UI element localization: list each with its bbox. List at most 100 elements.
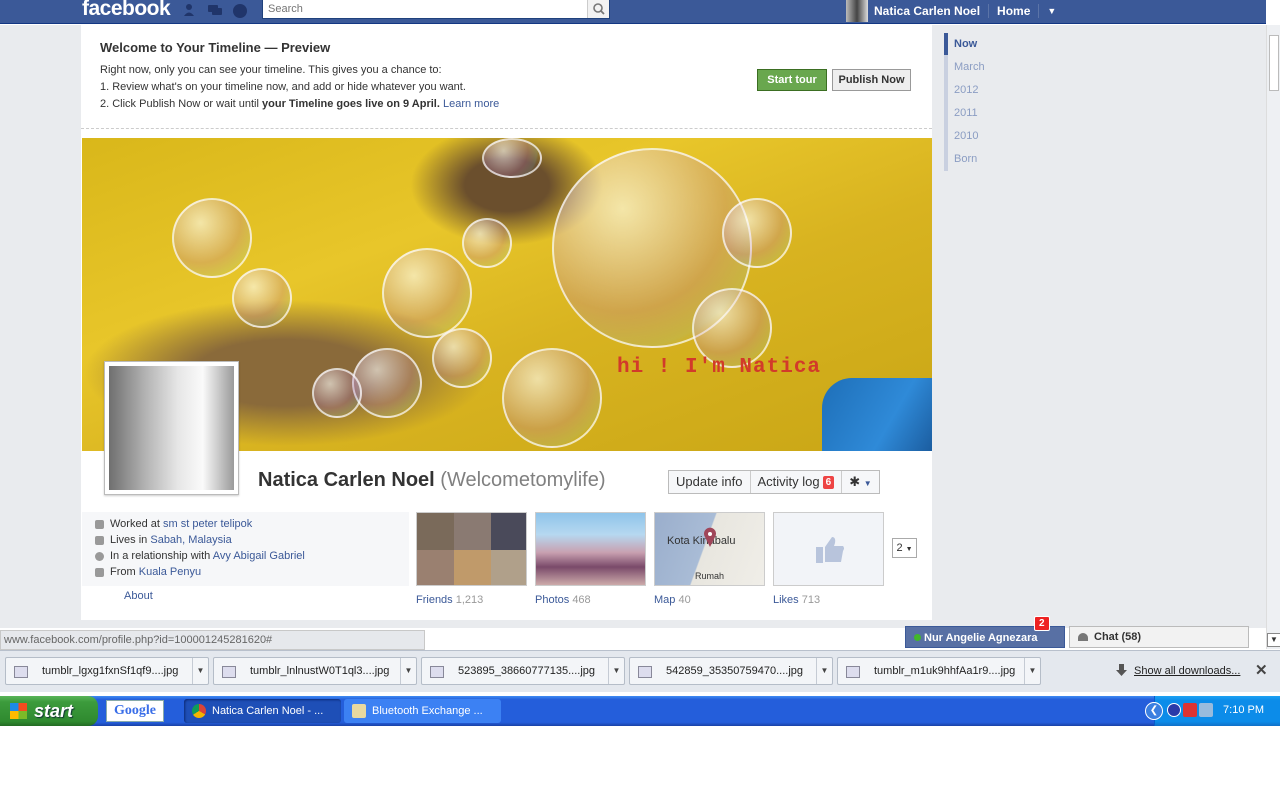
photos-label[interactable]: Photos 468 <box>535 594 591 606</box>
photos-thumbnail[interactable] <box>535 512 646 586</box>
bluetooth-icon[interactable] <box>1167 703 1181 717</box>
likes-label[interactable]: Likes 713 <box>773 594 820 606</box>
timeline-nav-march[interactable]: March <box>948 56 1024 79</box>
security-icon[interactable] <box>1183 703 1197 717</box>
google-quicklaunch[interactable]: Google <box>106 700 164 722</box>
thumbs-up-icon <box>816 537 844 563</box>
download-filename: tumblr_lnlnustW0T1ql3....jpg <box>250 665 390 677</box>
timeline-nav-2010[interactable]: 2010 <box>948 125 1024 148</box>
user-avatar[interactable] <box>846 0 868 22</box>
tray-expand-chevron-icon[interactable]: ❮ <box>1145 702 1163 720</box>
show-all-downloads-link[interactable]: Show all downloads... <box>1134 665 1240 677</box>
publish-now-button[interactable]: Publish Now <box>832 69 911 91</box>
download-item[interactable]: 523895_38660777135....jpg ▼ <box>421 657 625 685</box>
start-tour-button[interactable]: Start tour <box>757 69 827 91</box>
chat-sidebar-tab[interactable]: Chat (58) <box>1069 626 1249 648</box>
search-icon <box>593 3 605 15</box>
account-menu-chevron-down-icon[interactable]: ▼ <box>1047 6 1056 16</box>
bottle-image <box>822 378 932 451</box>
download-filename: tumblr_m1uk9hhfAa1r9....jpg <box>874 665 1016 677</box>
download-menu-chevron-down-icon[interactable]: ▼ <box>816 658 832 684</box>
profile-actions: Update info Activity log 6 ✱ ▼ <box>668 470 880 494</box>
status-bar-url: www.facebook.com/profile.php?id=10000124… <box>0 630 425 650</box>
map-thumbnail[interactable]: Kota Kinabalu Rumah <box>654 512 765 586</box>
settings-gear-button[interactable]: ✱ ▼ <box>842 471 878 493</box>
network-icon[interactable] <box>1199 703 1213 717</box>
info-from: From Kuala Penyu <box>95 566 201 578</box>
map-place-label: Rumah <box>695 571 725 581</box>
vertical-scrollbar[interactable]: ▼ <box>1266 25 1280 649</box>
bubble <box>382 248 472 338</box>
scroll-down-arrow-icon[interactable]: ▼ <box>1267 633 1280 647</box>
map-count: 40 <box>678 594 691 606</box>
taskbar-button-chrome[interactable]: Natica Carlen Noel - ... <box>184 699 341 723</box>
taskbar-button-bluetooth[interactable]: Bluetooth Exchange ... <box>344 699 501 723</box>
map-city-label: Kota Kinabalu <box>667 535 736 547</box>
jpg-file-icon <box>14 666 28 678</box>
bubble <box>462 218 512 268</box>
timeline-nav-2011[interactable]: 2011 <box>948 102 1024 125</box>
download-item[interactable]: tumblr_lgxg1fxnSf1qf9....jpg ▼ <box>5 657 209 685</box>
timeline-nav-2012[interactable]: 2012 <box>948 79 1024 102</box>
profile-name-text[interactable]: Natica Carlen Noel <box>258 469 435 491</box>
timeline-nav-born[interactable]: Born <box>948 148 1024 171</box>
friends-label[interactable]: Friends 1,213 <box>416 594 483 606</box>
likes-thumbnail[interactable] <box>773 512 884 586</box>
nav-separator <box>988 4 990 18</box>
start-label: start <box>34 701 74 721</box>
preview-line-2: 1. Review what's on your timeline now, a… <box>100 81 466 93</box>
chevron-down-icon: ▼ <box>863 479 872 488</box>
profile-link[interactable]: Natica Carlen Noel <box>874 4 980 18</box>
hometown-link[interactable]: Kuala Penyu <box>139 566 201 578</box>
download-menu-chevron-down-icon[interactable]: ▼ <box>400 658 416 684</box>
download-menu-chevron-down-icon[interactable]: ▼ <box>192 658 208 684</box>
windows-logo-icon <box>10 703 27 719</box>
close-icon[interactable]: ✕ <box>1255 661 1268 679</box>
location-link[interactable]: Sabah, Malaysia <box>150 534 231 546</box>
start-button[interactable]: start <box>0 696 98 726</box>
scrollbar-thumb[interactable] <box>1269 35 1279 91</box>
profile-picture[interactable] <box>104 361 239 495</box>
friends-label-text: Friends <box>416 594 453 606</box>
facebook-logo[interactable]: facebook <box>82 0 171 21</box>
jpg-file-icon <box>222 666 236 678</box>
download-item[interactable]: tumblr_lnlnustW0T1ql3....jpg ▼ <box>213 657 417 685</box>
activity-log-label: Activity log <box>757 474 820 489</box>
friend-requests-icon[interactable] <box>183 3 199 17</box>
bubble <box>312 368 362 418</box>
workplace-link[interactable]: sm st peter telipok <box>163 518 252 530</box>
update-info-button[interactable]: Update info <box>669 471 751 493</box>
chat-user-name: Nur Angelie Agnezara <box>924 632 1038 644</box>
friends-thumbnail[interactable] <box>416 512 527 586</box>
search-button[interactable] <box>587 0 609 18</box>
bubble <box>432 328 492 388</box>
messages-icon[interactable] <box>207 3 223 17</box>
jpg-file-icon <box>638 666 652 678</box>
hometown-icon <box>95 568 104 577</box>
search-input[interactable] <box>263 0 587 18</box>
activity-log-button[interactable]: Activity log 6 <box>751 471 843 493</box>
learn-more-link[interactable]: Learn more <box>443 98 499 110</box>
about-link[interactable]: About <box>124 590 153 602</box>
home-link[interactable]: Home <box>997 4 1030 18</box>
info-work: Worked at sm st peter telipok <box>95 518 252 530</box>
preview-title: Welcome to Your Timeline — Preview <box>100 40 331 55</box>
map-label-text: Map <box>654 594 676 606</box>
online-status-icon <box>914 634 921 641</box>
map-label[interactable]: Map 40 <box>654 594 691 606</box>
timeline-year-nav: Now March 2012 2011 2010 Born <box>944 33 1024 171</box>
download-menu-chevron-down-icon[interactable]: ▼ <box>1024 658 1040 684</box>
photos-label-text: Photos <box>535 594 570 606</box>
timeline-nav-now[interactable]: Now <box>948 33 1024 56</box>
download-item[interactable]: tumblr_m1uk9hhfAa1r9....jpg ▼ <box>837 657 1041 685</box>
partner-link[interactable]: Avy Abigail Gabriel <box>213 550 305 562</box>
download-item[interactable]: 542859_35350759470....jpg ▼ <box>629 657 833 685</box>
more-apps-dropdown[interactable]: 2 ▼ <box>892 538 917 558</box>
chevron-down-icon: ▼ <box>905 546 913 553</box>
chat-user-icon <box>1078 633 1088 641</box>
download-menu-chevron-down-icon[interactable]: ▼ <box>608 658 624 684</box>
notifications-globe-icon[interactable] <box>232 3 248 18</box>
clock[interactable]: 7:10 PM <box>1223 704 1264 716</box>
house-icon <box>95 536 104 545</box>
bubble <box>232 268 292 328</box>
